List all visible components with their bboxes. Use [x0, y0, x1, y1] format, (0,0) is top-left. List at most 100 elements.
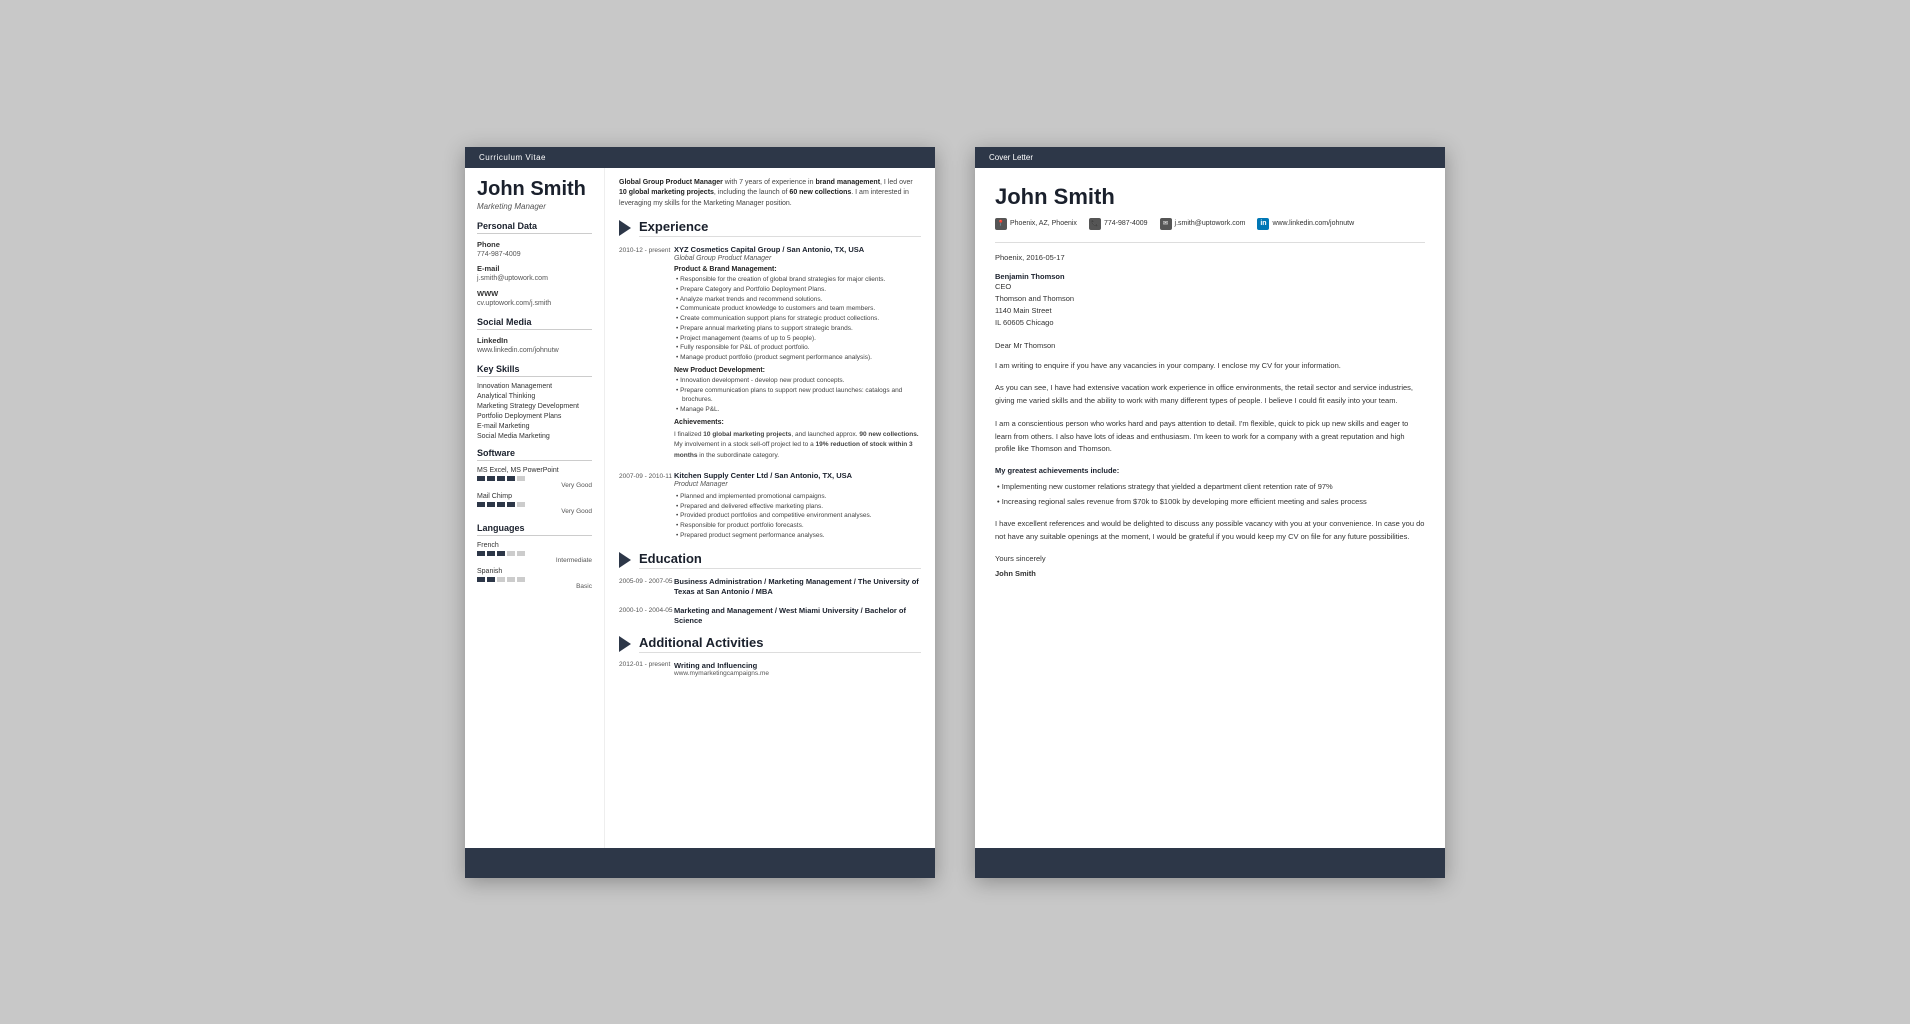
skill-item: Social Media Marketing	[477, 433, 592, 440]
dot-empty	[507, 577, 515, 582]
edu-degree-1: Marketing and Management / West Miami Un…	[674, 606, 921, 627]
software-title: Software	[477, 448, 592, 461]
contact-location: 📍 Phoenix, AZ, Phoenix	[995, 218, 1077, 230]
cover-date: Phoenix, 2016-05-17	[995, 253, 1425, 262]
dot-empty	[517, 551, 525, 556]
skill-item: Portfolio Deployment Plans	[477, 413, 592, 420]
skill-item: E-mail Marketing	[477, 423, 592, 430]
act-content-0: Writing and Influencing www.mymarketingc…	[674, 661, 921, 677]
cover-para-1: As you can see, I have had extensive vac…	[995, 382, 1425, 408]
exp-date-0: 2010-12 - present	[619, 245, 674, 461]
personal-data-title: Personal Data	[477, 221, 592, 234]
software-rating-1	[477, 502, 592, 507]
email-value: j.smith@uptowork.com	[477, 274, 592, 284]
exp-bullet: • Provided product portfolios and compet…	[674, 511, 921, 521]
exp-content-0: XYZ Cosmetics Capital Group / San Antoni…	[674, 245, 921, 461]
dot	[497, 551, 505, 556]
edu-content-1: Marketing and Management / West Miami Un…	[674, 606, 921, 627]
experience-arrow-icon	[619, 220, 631, 236]
activities-title: Additional Activities	[639, 635, 921, 653]
linkedin-icon: in	[1257, 218, 1269, 230]
exp-subtitle-achievements: Achievements:	[674, 419, 921, 426]
cv-body: John Smith Marketing Manager Personal Da…	[465, 168, 935, 848]
exp-bullet: • Prepare communication plans to support…	[674, 386, 921, 406]
exp-date-1: 2007-09 - 2010-11	[619, 471, 674, 541]
exp-content-1: Kitchen Supply Center Ltd / San Antonio,…	[674, 471, 921, 541]
cover-divider	[995, 242, 1425, 243]
cover-yours: Yours sincerely	[995, 554, 1425, 563]
act-detail-0: www.mymarketingcampaigns.me	[674, 670, 921, 677]
recipient-address: 1140 Main Street	[995, 305, 1425, 317]
software-item-0: MS Excel, MS PowerPoint	[477, 467, 592, 474]
recipient-city: IL 60605 Chicago	[995, 317, 1425, 329]
cover-phone-text: 774-987-4009	[1104, 220, 1148, 227]
achievements-title: My greatest achievements include:	[995, 466, 1425, 475]
activities-arrow-icon	[619, 636, 631, 652]
dot-empty	[507, 551, 515, 556]
cover-name: John Smith	[995, 184, 1425, 210]
cv-sidebar: John Smith Marketing Manager Personal Da…	[465, 168, 605, 848]
exp-bullet: • Analyze market trends and recommend so…	[674, 295, 921, 305]
dot	[487, 476, 495, 481]
cover-para-0: I am writing to enquire if you have any …	[995, 360, 1425, 373]
dot	[507, 502, 515, 507]
software-rating-0	[477, 476, 592, 481]
dot	[477, 551, 485, 556]
exp-bullet: • Communicate product knowledge to custo…	[674, 304, 921, 314]
exp-company-0: XYZ Cosmetics Capital Group / San Antoni…	[674, 245, 921, 254]
linkedin-label: LinkedIn	[477, 336, 592, 345]
dot	[497, 476, 505, 481]
experience-item-1: 2007-09 - 2010-11 Kitchen Supply Center …	[619, 471, 921, 541]
dot	[477, 577, 485, 582]
key-skills-title: Key Skills	[477, 364, 592, 377]
edu-item-0: 2005-09 - 2007-05 Business Administratio…	[619, 577, 921, 598]
contact-email: ✉ j.smith@uptowork.com	[1160, 218, 1246, 230]
education-section-header: Education	[619, 551, 921, 569]
skill-item: Innovation Management	[477, 383, 592, 390]
software-rating-label-0: Very Good	[477, 482, 592, 489]
exp-bullet: • Create communication support plans for…	[674, 314, 921, 324]
cover-salutation: Dear Mr Thomson	[995, 341, 1425, 350]
experience-title: Experience	[639, 219, 921, 237]
exp-bullet: • Manage product portfolio (product segm…	[674, 353, 921, 363]
dot	[477, 502, 485, 507]
act-date-0: 2012-01 - present	[619, 661, 674, 677]
cover-footer	[975, 848, 1445, 878]
recipient-company: Thomson and Thomson	[995, 293, 1425, 305]
cover-email-text: j.smith@uptowork.com	[1175, 220, 1246, 227]
achievement-bullet-1: • Increasing regional sales revenue from…	[995, 496, 1425, 508]
exp-bullet: • Prepare Category and Portfolio Deploym…	[674, 285, 921, 295]
software-rating-label-1: Very Good	[477, 508, 592, 515]
map-icon: 📍	[995, 218, 1007, 230]
exp-bullet: • Prepared and delivered effective marke…	[674, 502, 921, 512]
dot-empty	[497, 577, 505, 582]
cover-letter-document: Cover Letter John Smith 📍 Phoenix, AZ, P…	[975, 147, 1445, 878]
recipient-name: Benjamin Thomson	[995, 272, 1425, 281]
exp-bullet: • Project management (teams of up to 5 p…	[674, 334, 921, 344]
exp-achievement-text: I finalized 10 global marketing projects…	[674, 430, 921, 461]
experience-item-0: 2010-12 - present XYZ Cosmetics Capital …	[619, 245, 921, 461]
documents-wrapper: Curriculum Vitae John Smith Marketing Ma…	[465, 107, 1445, 918]
location-text: Phoenix, AZ, Phoenix	[1010, 220, 1077, 227]
exp-subtitle-brand: Product & Brand Management:	[674, 266, 921, 273]
cover-linkedin-text: www.linkedin.com/johnutw	[1272, 220, 1354, 227]
dot-empty	[517, 502, 525, 507]
cv-header-bar: Curriculum Vitae	[465, 147, 935, 168]
email-icon: ✉	[1160, 218, 1172, 230]
activities-section-header: Additional Activities	[619, 635, 921, 653]
cover-header-label: Cover Letter	[989, 153, 1033, 162]
dot	[487, 551, 495, 556]
social-media-title: Social Media	[477, 317, 592, 330]
cover-signature: John Smith	[995, 569, 1425, 578]
exp-bullet: • Manage P&L.	[674, 405, 921, 415]
exp-role-0: Global Group Product Manager	[674, 255, 921, 262]
linkedin-value: www.linkedin.com/johnutw	[477, 346, 592, 356]
cv-summary: Global Group Product Manager with 7 year…	[619, 178, 921, 210]
cover-para-2: I am a conscientious person who works ha…	[995, 418, 1425, 456]
dot	[487, 502, 495, 507]
recipient-title: CEO	[995, 281, 1425, 293]
exp-bullet: • Innovation development - develop new p…	[674, 376, 921, 386]
exp-bullet: • Planned and implemented promotional ca…	[674, 492, 921, 502]
dot	[507, 476, 515, 481]
skill-item: Analytical Thinking	[477, 393, 592, 400]
